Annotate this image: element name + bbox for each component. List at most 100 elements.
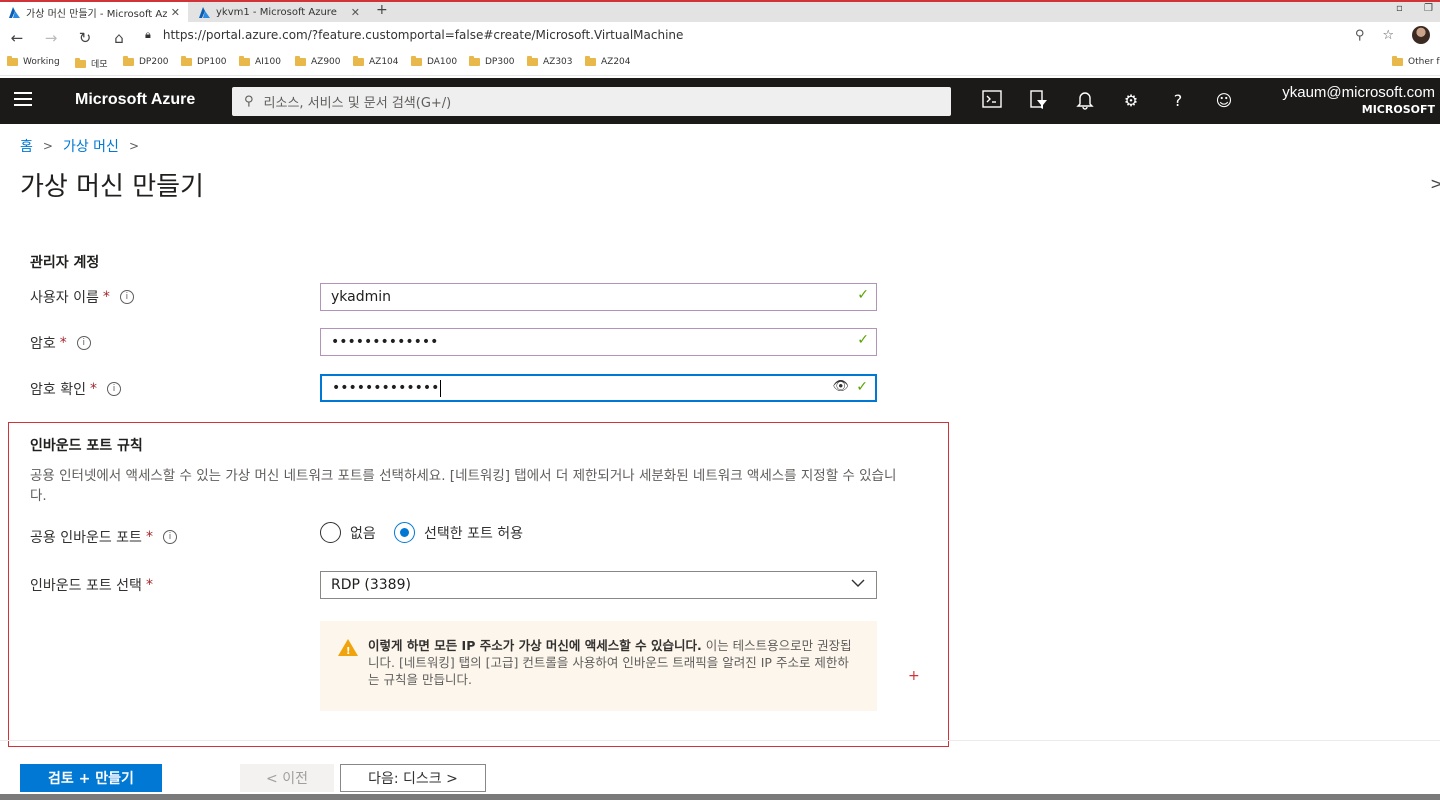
bookmark-folder[interactable]: AI100	[239, 56, 281, 67]
review-create-button[interactable]: 검토 + 만들기	[20, 764, 162, 792]
radio-option-none[interactable]: 없음	[320, 522, 376, 543]
bookmark-folder[interactable]: DP300	[469, 56, 515, 67]
info-icon[interactable]: i	[119, 290, 134, 304]
previous-button[interactable]: < 이전	[240, 764, 334, 792]
home-icon[interactable]: ⌂	[102, 29, 136, 47]
folder-icon	[1392, 56, 1403, 66]
password-label: 암호 * i	[30, 333, 91, 353]
zoom-icon[interactable]: ⚲	[1355, 28, 1365, 43]
breadcrumb-home[interactable]: 홈	[20, 136, 33, 156]
cloud-shell-icon[interactable]	[980, 90, 1004, 112]
bookmark-folder[interactable]: DP100	[181, 56, 227, 67]
confirm-password-value: •••••••••••••	[332, 380, 440, 396]
bookmark-folder[interactable]: DA100	[411, 56, 457, 67]
checkmark-icon: ✓	[857, 332, 869, 348]
inbound-ports-value: RDP (3389)	[331, 577, 411, 593]
radio-button[interactable]	[320, 522, 341, 543]
username-field[interactable]: ykadmin ✓	[320, 283, 877, 311]
breadcrumb-virtual-machines[interactable]: 가상 머신	[63, 136, 119, 156]
required-marker: *	[89, 381, 97, 397]
warning-message: ! 이렇게 하면 모든 IP 주소가 가상 머신에 액세스할 수 있습니다. 이…	[320, 621, 877, 711]
url-field[interactable]: 🔒︎ https://portal.azure.com/?feature.cus…	[145, 28, 683, 42]
restore-icon[interactable]: ❐	[1424, 3, 1433, 14]
chevron-right-icon[interactable]: >	[1430, 174, 1440, 193]
refresh-icon[interactable]: ↻	[68, 29, 102, 47]
address-bar: ← → ↻ ⌂ 🔒︎ https://portal.azure.com/?fea…	[0, 22, 1440, 54]
checkmark-icon: ✓	[856, 379, 868, 395]
username-value: ykadmin	[331, 289, 392, 305]
favorite-star-icon[interactable]: ☆	[1382, 28, 1394, 43]
folder-icon	[353, 56, 364, 66]
inbound-ports-dropdown[interactable]: RDP (3389)	[320, 571, 877, 599]
folder-icon	[75, 57, 86, 68]
bookmark-folder[interactable]: DP200	[123, 56, 169, 67]
next-disks-button[interactable]: 다음: 디스크 >	[340, 764, 486, 792]
public-inbound-ports-label: 공용 인바운드 포트 * i	[30, 527, 177, 547]
info-icon[interactable]: i	[106, 382, 121, 396]
warning-bold-text: 이렇게 하면 모든 IP 주소가 가상 머신에 액세스할 수 있습니다.	[368, 638, 702, 653]
bookmark-folder[interactable]: AZ900	[295, 56, 341, 67]
required-marker: *	[145, 529, 153, 545]
bookmark-folder[interactable]: Working	[7, 56, 60, 67]
info-icon[interactable]: i	[162, 530, 177, 544]
inbound-rules-description: 공용 인터넷에서 액세스할 수 있는 가상 머신 네트워크 포트를 선택하세요.…	[30, 468, 897, 504]
bookmark-folder[interactable]: AZ204	[585, 56, 631, 67]
search-icon: ⚲	[244, 94, 254, 109]
close-icon[interactable]: ✕	[351, 6, 360, 19]
account-menu[interactable]: ykaum@microsoft.com MICROSOFT	[1282, 84, 1435, 116]
minimize-icon[interactable]: ▫	[1396, 3, 1403, 14]
user-org: MICROSOFT	[1361, 103, 1435, 116]
bookmark-folder[interactable]: 데모	[75, 57, 108, 70]
folder-icon	[527, 56, 538, 66]
checkmark-icon: ✓	[857, 287, 869, 303]
folder-icon	[295, 56, 306, 66]
info-icon[interactable]: i	[76, 336, 91, 350]
other-bookmarks[interactable]: Other f	[1392, 56, 1440, 67]
forward-icon[interactable]: →	[34, 29, 68, 47]
back-icon[interactable]: ←	[0, 29, 34, 47]
search-placeholder: 리소스, 서비스 및 문서 검색(G+/)	[263, 96, 452, 111]
menu-icon[interactable]	[14, 92, 32, 110]
azure-icon	[199, 6, 210, 18]
confirm-password-field[interactable]: ••••••••••••• 👁︎ ✓	[320, 374, 877, 402]
brand-title[interactable]: Microsoft Azure	[75, 91, 195, 109]
footer-divider	[0, 740, 1440, 741]
settings-gear-icon[interactable]: ⚙	[1119, 90, 1143, 112]
inbound-rules-heading: 인바운드 포트 규칙	[30, 438, 143, 454]
radio-option-allow-selected-ports[interactable]: 선택한 포트 허용	[394, 522, 523, 543]
admin-account-heading: 관리자 계정	[30, 255, 100, 271]
folder-icon	[585, 56, 596, 66]
search-input[interactable]: ⚲ 리소스, 서비스 및 문서 검색(G+/)	[232, 87, 951, 116]
azure-icon	[9, 6, 20, 18]
user-email: ykaum@microsoft.com	[1282, 84, 1435, 101]
bookmark-folder[interactable]: AZ104	[353, 56, 399, 67]
tab-title: 가상 머신 만들기 - Microsoft Az	[26, 8, 167, 20]
radio-button[interactable]	[394, 522, 415, 543]
browser-tab-active[interactable]: 가상 머신 만들기 - Microsoft Az ✕	[0, 2, 188, 22]
breadcrumb: 홈 > 가상 머신 >	[20, 136, 149, 156]
plus-marker: +	[908, 668, 920, 684]
confirm-password-label: 암호 확인 * i	[30, 379, 121, 399]
password-value: •••••••••••••	[331, 334, 439, 350]
password-field[interactable]: ••••••••••••• ✓	[320, 328, 877, 356]
help-icon[interactable]: ?	[1166, 90, 1190, 112]
chevron-right-icon: >	[42, 139, 53, 153]
required-marker: *	[145, 577, 153, 593]
bookmark-folder[interactable]: AZ303	[527, 56, 573, 67]
browser-tab-inactive[interactable]: ykvm1 - Microsoft Azure ✕	[190, 2, 368, 22]
folder-icon	[123, 56, 134, 66]
directory-filter-icon[interactable]	[1026, 90, 1050, 112]
feedback-smiley-icon[interactable]: ☺	[1212, 90, 1236, 112]
notifications-bell-icon[interactable]	[1073, 90, 1097, 112]
taskbar-edge	[0, 794, 1440, 800]
close-icon[interactable]: ✕	[171, 6, 180, 19]
profile-avatar[interactable]	[1412, 26, 1430, 44]
warning-icon: !	[338, 639, 358, 657]
required-marker: *	[102, 289, 110, 305]
new-tab-icon[interactable]: +	[376, 2, 388, 18]
eye-icon[interactable]: 👁︎	[832, 379, 849, 394]
browser-tab-strip: 가상 머신 만들기 - Microsoft Az ✕ ykvm1 - Micro…	[0, 0, 1440, 22]
folder-icon	[7, 56, 18, 66]
chevron-down-icon	[850, 575, 866, 595]
chevron-right-icon: >	[128, 139, 139, 153]
